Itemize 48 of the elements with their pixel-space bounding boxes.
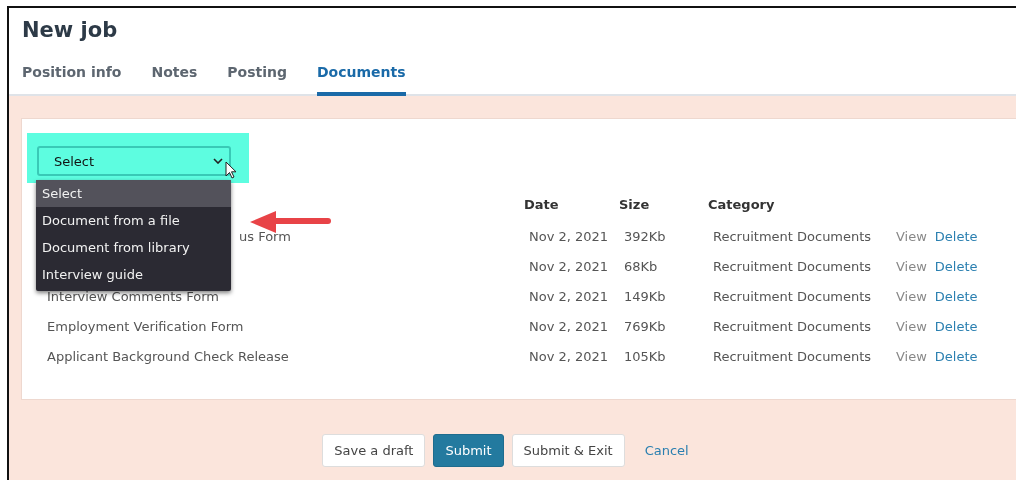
column-header: Size xyxy=(619,197,651,212)
select-value: Select xyxy=(54,153,95,169)
table-cell-text: Nov 2, 2021 xyxy=(528,318,610,334)
view-link[interactable]: View xyxy=(896,318,927,334)
table-cell-text: 769Kb xyxy=(623,318,667,334)
file-name: Applicant Background Check Release xyxy=(47,348,289,364)
table-cell-text: 68Kb xyxy=(623,258,659,274)
pointer-icon xyxy=(225,161,237,179)
table-cell-text: Recruitment Documents xyxy=(712,348,873,364)
table-cell-text: Nov 2, 2021 xyxy=(528,228,610,244)
delete-link[interactable]: Delete xyxy=(934,318,978,334)
table-cell-text: 149Kb xyxy=(623,288,667,304)
cancel-link[interactable]: Cancel xyxy=(644,443,689,458)
file-name: Employment Verification Form xyxy=(47,318,244,334)
action-button[interactable]: Submit & Exit xyxy=(511,434,625,467)
table-cell-text: 392Kb xyxy=(623,228,667,244)
tab[interactable]: Notes xyxy=(151,64,198,96)
menu-item[interactable]: Document from library xyxy=(36,234,231,261)
table-cell-text: Recruitment Documents xyxy=(712,318,873,334)
file-name: us Form xyxy=(239,228,291,244)
view-link[interactable]: View xyxy=(896,348,927,364)
column-header: Category xyxy=(708,197,776,212)
delete-link[interactable]: Delete xyxy=(934,258,978,274)
table-cell-text: Recruitment Documents xyxy=(712,288,873,304)
action-button[interactable]: Save a draft xyxy=(322,434,426,467)
menu-item[interactable]: Document from a file xyxy=(36,207,231,234)
view-link[interactable]: View xyxy=(896,228,927,244)
table-cell-text: Nov 2, 2021 xyxy=(528,348,610,364)
delete-link[interactable]: Delete xyxy=(934,228,978,244)
select-dropdown[interactable]: Select xyxy=(37,146,231,176)
view-link[interactable]: View xyxy=(896,288,927,304)
action-button[interactable]: Submit xyxy=(433,434,504,467)
delete-link[interactable]: Delete xyxy=(934,348,978,364)
delete-link[interactable]: Delete xyxy=(934,288,978,304)
tab[interactable]: Posting xyxy=(227,64,287,96)
table-cell-text: Nov 2, 2021 xyxy=(528,258,610,274)
table-cell-text: 105Kb xyxy=(623,348,667,364)
table-cell-text: Recruitment Documents xyxy=(712,258,873,274)
file-name: Interview Comments Form xyxy=(47,288,219,304)
page-title: New job xyxy=(22,18,119,44)
menu-item[interactable]: Interview guide xyxy=(36,261,231,288)
chevron-icon xyxy=(213,158,223,164)
view-link[interactable]: View xyxy=(896,258,927,274)
table-cell-text: Nov 2, 2021 xyxy=(528,288,610,304)
tab[interactable]: Position info xyxy=(22,64,122,96)
column-header: Date xyxy=(524,197,560,212)
menu-item[interactable]: Select xyxy=(36,180,231,207)
table-cell-text: Recruitment Documents xyxy=(712,228,873,244)
